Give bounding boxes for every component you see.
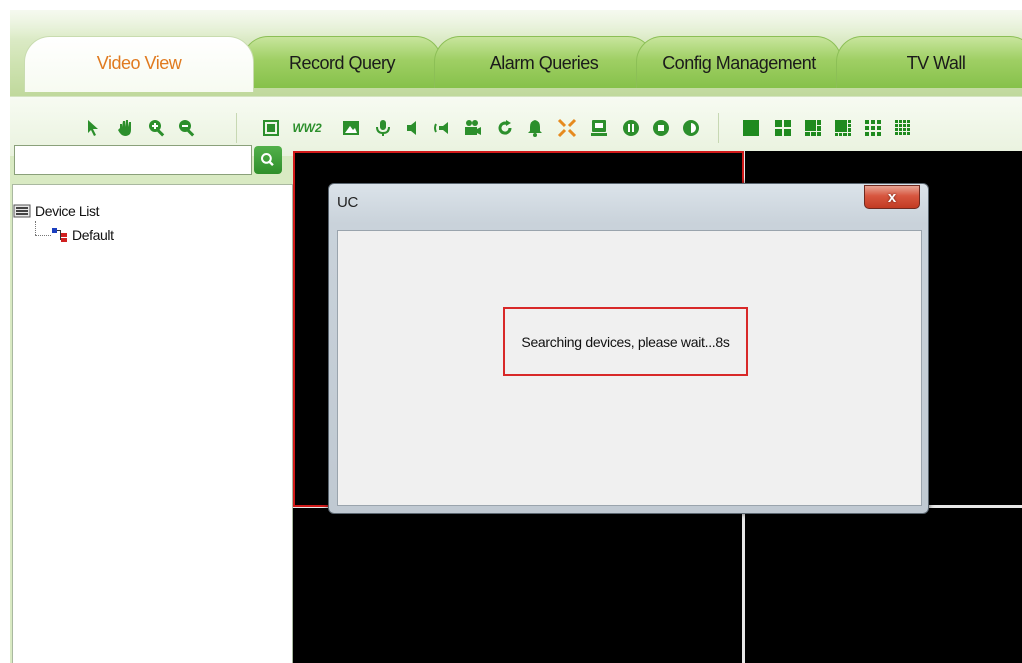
dialog-body: Searching devices, please wait...8s bbox=[337, 230, 922, 506]
toolbar-separator bbox=[718, 113, 719, 143]
layout-1-icon[interactable] bbox=[740, 117, 762, 139]
layout-6-icon[interactable] bbox=[802, 117, 824, 139]
dialog-close-button[interactable]: x bbox=[864, 185, 920, 209]
tree-root[interactable]: Device List bbox=[13, 203, 99, 219]
tab-tv-wall[interactable]: TV Wall bbox=[836, 36, 1022, 88]
circle-stop-icon[interactable] bbox=[650, 117, 672, 139]
circle-half-icon[interactable] bbox=[680, 117, 702, 139]
tab-label: Alarm Queries bbox=[489, 53, 599, 73]
speaker-icon[interactable] bbox=[402, 117, 424, 139]
search-icon bbox=[261, 153, 274, 167]
dialog-title: UC bbox=[337, 194, 359, 211]
circle-pause-icon[interactable] bbox=[620, 117, 642, 139]
tab-label: Record Query bbox=[288, 53, 396, 73]
record-icon[interactable] bbox=[462, 117, 484, 139]
microphone-icon[interactable] bbox=[372, 117, 394, 139]
device-list-icon bbox=[13, 204, 31, 218]
refresh-icon[interactable] bbox=[494, 117, 516, 139]
zoom-in-icon[interactable] bbox=[146, 117, 168, 139]
alarm-bell-icon[interactable] bbox=[524, 117, 546, 139]
ww2-icon[interactable]: WW2 bbox=[292, 117, 322, 139]
pointer-icon[interactable] bbox=[82, 117, 104, 139]
tab-video-view[interactable]: Video View bbox=[24, 36, 254, 92]
tree-connector bbox=[35, 235, 51, 236]
dialog-window: UC x Searching devices, please wait...8s bbox=[328, 183, 929, 514]
layout-16-icon[interactable] bbox=[892, 117, 914, 139]
device-group-icon bbox=[52, 228, 67, 242]
ww2-label: WW2 bbox=[292, 121, 322, 135]
status-message: Searching devices, please wait...8s bbox=[503, 307, 748, 376]
layout-4-icon[interactable] bbox=[772, 117, 794, 139]
device-search-input[interactable] bbox=[14, 145, 252, 175]
video-cell-4[interactable] bbox=[745, 508, 1022, 663]
tree-item-label: Default bbox=[72, 227, 114, 243]
snapshot-icon[interactable] bbox=[340, 117, 362, 139]
video-cell-3[interactable] bbox=[293, 508, 743, 663]
hand-icon[interactable] bbox=[114, 117, 136, 139]
monitor-icon[interactable] bbox=[588, 117, 610, 139]
fullscreen-icon[interactable] bbox=[260, 117, 282, 139]
tab-config-management[interactable]: Config Management bbox=[636, 36, 842, 88]
layout-8-icon[interactable] bbox=[832, 117, 854, 139]
layout-9-icon[interactable] bbox=[862, 117, 884, 139]
device-tree: Device List Default bbox=[12, 184, 293, 663]
tree-connector bbox=[35, 221, 36, 235]
tab-bar: Video View Record Query Alarm Queries Co… bbox=[24, 36, 1022, 96]
tab-record-query[interactable]: Record Query bbox=[242, 36, 442, 88]
search-button[interactable] bbox=[254, 146, 282, 174]
tree-item-default[interactable]: Default bbox=[51, 227, 114, 243]
close-icon: x bbox=[887, 188, 897, 206]
toolbar-separator bbox=[236, 113, 237, 143]
zoom-out-icon[interactable] bbox=[176, 117, 198, 139]
tab-alarm-queries[interactable]: Alarm Queries bbox=[434, 36, 654, 88]
tree-root-label: Device List bbox=[35, 203, 100, 219]
tab-label: Config Management bbox=[662, 53, 816, 73]
tab-label: TV Wall bbox=[906, 53, 966, 73]
broadcast-icon[interactable] bbox=[432, 117, 454, 139]
tab-label: Video View bbox=[96, 53, 182, 73]
shrink-icon[interactable] bbox=[556, 117, 578, 139]
